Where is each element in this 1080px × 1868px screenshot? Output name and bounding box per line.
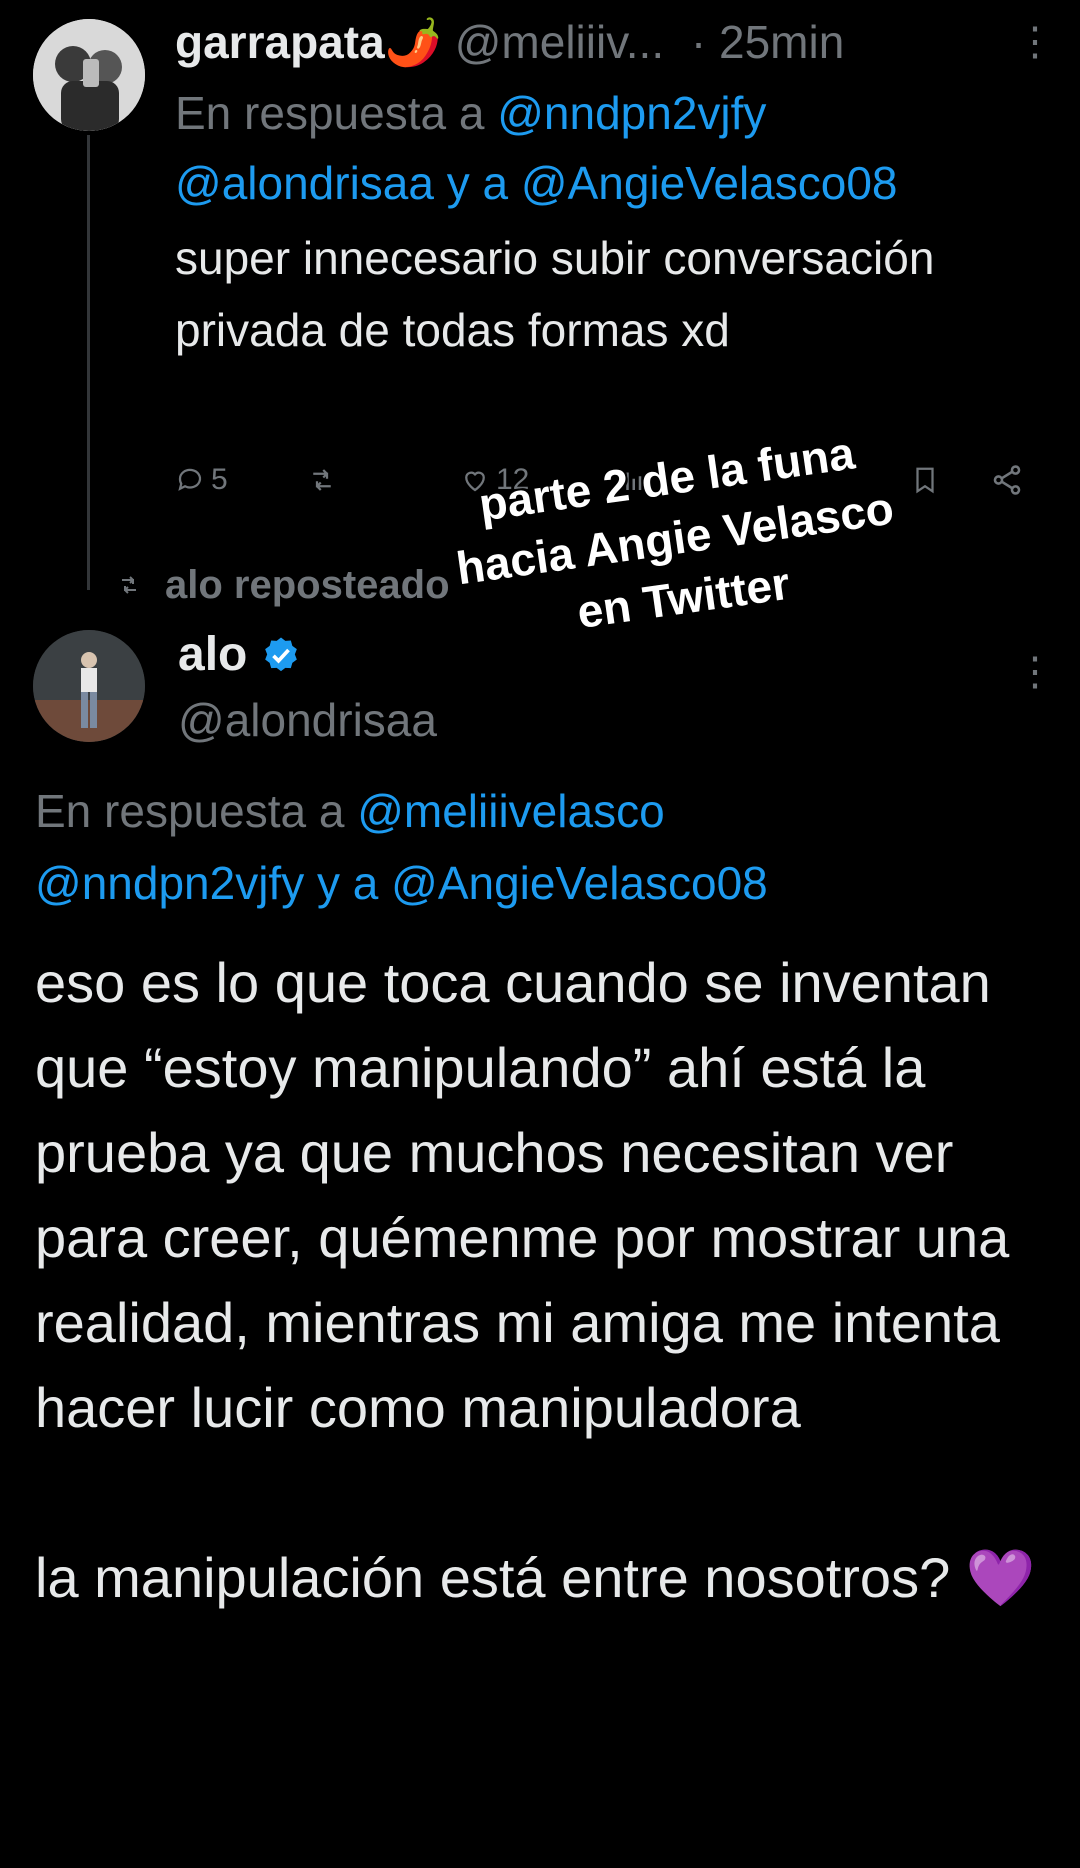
tweet1-header: garrapata🌶️ @meliiiv... · 25min [175, 12, 1055, 72]
reply-handle-link[interactable]: @meliiivelasco [357, 785, 664, 837]
reply-prefix: En respuesta a [175, 87, 485, 139]
reply-handles-link[interactable]: @alondrisaa y a @AngieVelasco08 [175, 157, 898, 209]
chili-emoji: 🌶️ [384, 16, 442, 68]
tweet1-display-name[interactable]: garrapata [175, 16, 385, 68]
thread-line [87, 135, 90, 590]
repost-button[interactable] [305, 455, 339, 505]
more-icon[interactable]: ⋮ [1015, 650, 1055, 694]
tweet2-name-row: alo [178, 625, 301, 685]
repost-icon [122, 576, 136, 594]
reply-prefix: En respuesta a [35, 785, 345, 837]
avatar-alo[interactable] [33, 630, 145, 742]
tweet2-text-part2: la manipulación está entre nosotros? [35, 1546, 951, 1609]
tweet1-text: super innecesario subir conversación pri… [175, 232, 935, 356]
reply-handle-link[interactable]: @nndpn2vjfy [497, 87, 766, 139]
reply-icon [178, 468, 202, 491]
overlay-caption: parte 2 de la funa hacia Angie Velasco e… [385, 410, 965, 666]
tweet2-text: eso es lo que toca cuando se inventan qu… [35, 940, 1065, 1620]
tweet1-time[interactable]: · 25min [691, 16, 844, 68]
tweet2-handle[interactable]: @alondrisaa [178, 690, 437, 750]
repost-icon [313, 469, 331, 491]
avatar-garrapata[interactable] [33, 19, 145, 131]
purple-heart-emoji: 💜 [965, 1546, 1036, 1609]
verified-badge-icon [265, 637, 298, 672]
reply-button[interactable]: 5 [175, 455, 228, 505]
share-icon [993, 465, 1021, 495]
tweet2-reply-context: En respuesta a @meliiivelasco @nndpn2vjf… [35, 775, 1055, 919]
reply-count: 5 [211, 463, 228, 496]
tweet1-reply-context: En respuesta a @nndpn2vjfy @alondrisaa y… [175, 78, 1055, 218]
more-icon[interactable]: ⋮ [1015, 20, 1055, 64]
reply-handles-link[interactable]: @nndpn2vjfy y a @AngieVelasco08 [35, 857, 768, 909]
share-button[interactable] [990, 455, 1024, 505]
tweet2-text-part2-row: la manipulación está entre nosotros? 💜 [35, 1535, 1065, 1620]
tweet2-display-name[interactable]: alo [178, 625, 247, 685]
tweet2-text-part1: eso es lo que toca cuando se inventan qu… [35, 951, 1010, 1439]
tweet1-handle[interactable]: @meliiiv... [455, 16, 664, 68]
